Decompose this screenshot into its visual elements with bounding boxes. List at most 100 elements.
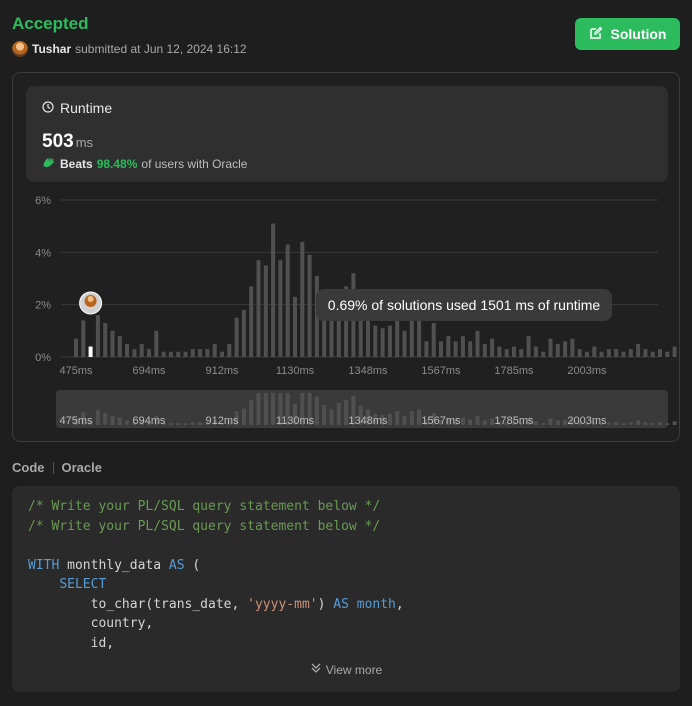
chart-bar [205,349,210,357]
chart-bar [256,260,261,357]
overview-tick-label: 694ms [132,415,166,427]
chart-bar [439,341,443,357]
chart-bar [307,254,312,357]
chart-bar [446,336,451,357]
overview-tick-label: 475ms [59,415,93,427]
chart-bar [519,349,524,357]
y-tick-label: 4% [35,247,51,259]
user-name[interactable]: Tushar [32,42,71,56]
overview-bar [198,422,203,425]
chart-bar [409,317,414,357]
clock-icon [42,100,54,116]
chart-bar [176,351,181,357]
chart-bar [373,325,378,357]
overview-bar [614,422,619,425]
overview-bar [168,423,173,425]
code-line: to_char(trans_date, 'yyyy-mm') AS month, [28,596,404,612]
chart-bar [95,315,100,357]
runtime-card[interactable]: Runtime 503 ms Beats 98.48% of users with… [26,86,668,182]
overview-bar [263,393,268,425]
overview-bar [249,400,254,425]
chart-bar [154,330,159,357]
overview-tick-label: 1567ms [421,415,461,427]
chart-bar [234,317,239,357]
overview-bar [482,420,487,425]
overview-bar [241,408,246,425]
overview-bar [658,422,662,425]
chart-bar [672,346,677,357]
chart-bar [212,343,217,357]
x-tick-label: 475ms [59,365,93,377]
chart-bar [621,351,626,357]
chart-bar [168,351,173,357]
code-line: id, [28,635,115,651]
x-tick-label: 1348ms [348,365,388,377]
beats-suffix: of users with Oracle [141,156,248,171]
chart-bar [599,351,604,357]
overview-bar [110,415,115,425]
chart-bar [278,260,283,357]
overview-tick-label: 912ms [205,415,239,427]
chart-bar [227,343,232,357]
avatar-highlight [87,296,94,302]
tab-divider [52,461,54,474]
overview-bar [628,422,633,425]
chart-bar [658,349,662,357]
x-tick-label: 1567ms [421,365,461,377]
chart-bar [190,349,195,357]
edit-icon [589,26,603,43]
chart-bar [220,351,224,357]
chart-bar [548,338,553,357]
overview-bar [672,421,677,425]
overview-bar [95,410,100,425]
chart-bar [555,343,560,357]
chart-bar [570,338,575,357]
chart-bar [475,330,480,357]
chart-bar [497,346,502,357]
x-tick-label: 912ms [205,365,239,377]
code-line: WITH monthly_data AS ( [28,557,201,573]
chart-bar [183,351,188,357]
chart-bar [460,336,465,357]
beats-percent: 98.48% [96,156,138,171]
chart-bar [88,346,93,357]
overview-bar [190,422,195,425]
overview-bar [402,415,407,425]
submission-header: Accepted Tushar submitted at Jun 12, 202… [12,14,247,57]
x-tick-label: 2003ms [567,365,607,377]
submitter-info: Tushar submitted at Jun 12, 2024 16:12 [12,41,247,57]
runtime-value: 503 ms [42,131,93,153]
user-avatar[interactable] [12,41,28,57]
overview-tick-label: 1785ms [494,415,534,427]
code-line: /* Write your PL/SQL query statement bel… [28,518,381,534]
chart-bar [453,341,458,357]
chart-bar [74,338,78,357]
chart-bar [628,349,633,357]
chart-bar [482,343,487,357]
chart-bar [249,286,254,357]
overview-bar [387,414,392,425]
code-line: country, [28,616,154,631]
view-more-button[interactable]: View more [12,662,680,677]
chart-bar [431,322,436,357]
overview-bar [650,423,655,425]
code-block[interactable]: View more /* Write your PL/SQL query sta… [12,486,680,692]
overview-bar [475,415,480,425]
chart-bar [577,349,582,357]
overview-bar [621,423,626,425]
submitted-time: submitted at Jun 12, 2024 16:12 [75,42,247,56]
overview-bar [665,423,670,425]
chart-bar [380,328,385,357]
view-more-label: View more [325,662,383,677]
code-language: Oracle [61,460,102,475]
solution-button[interactable]: Solution [575,18,680,50]
chart-bar [110,330,115,357]
clap-icon [42,156,56,171]
overview-bar [322,404,327,425]
solution-button-label: Solution [610,26,667,42]
overview-tick-label: 1348ms [348,415,388,427]
beats-label: Beats [60,156,93,171]
overview-bar [103,413,108,425]
overview-bar [636,420,641,425]
x-tick-label: 694ms [132,365,166,377]
